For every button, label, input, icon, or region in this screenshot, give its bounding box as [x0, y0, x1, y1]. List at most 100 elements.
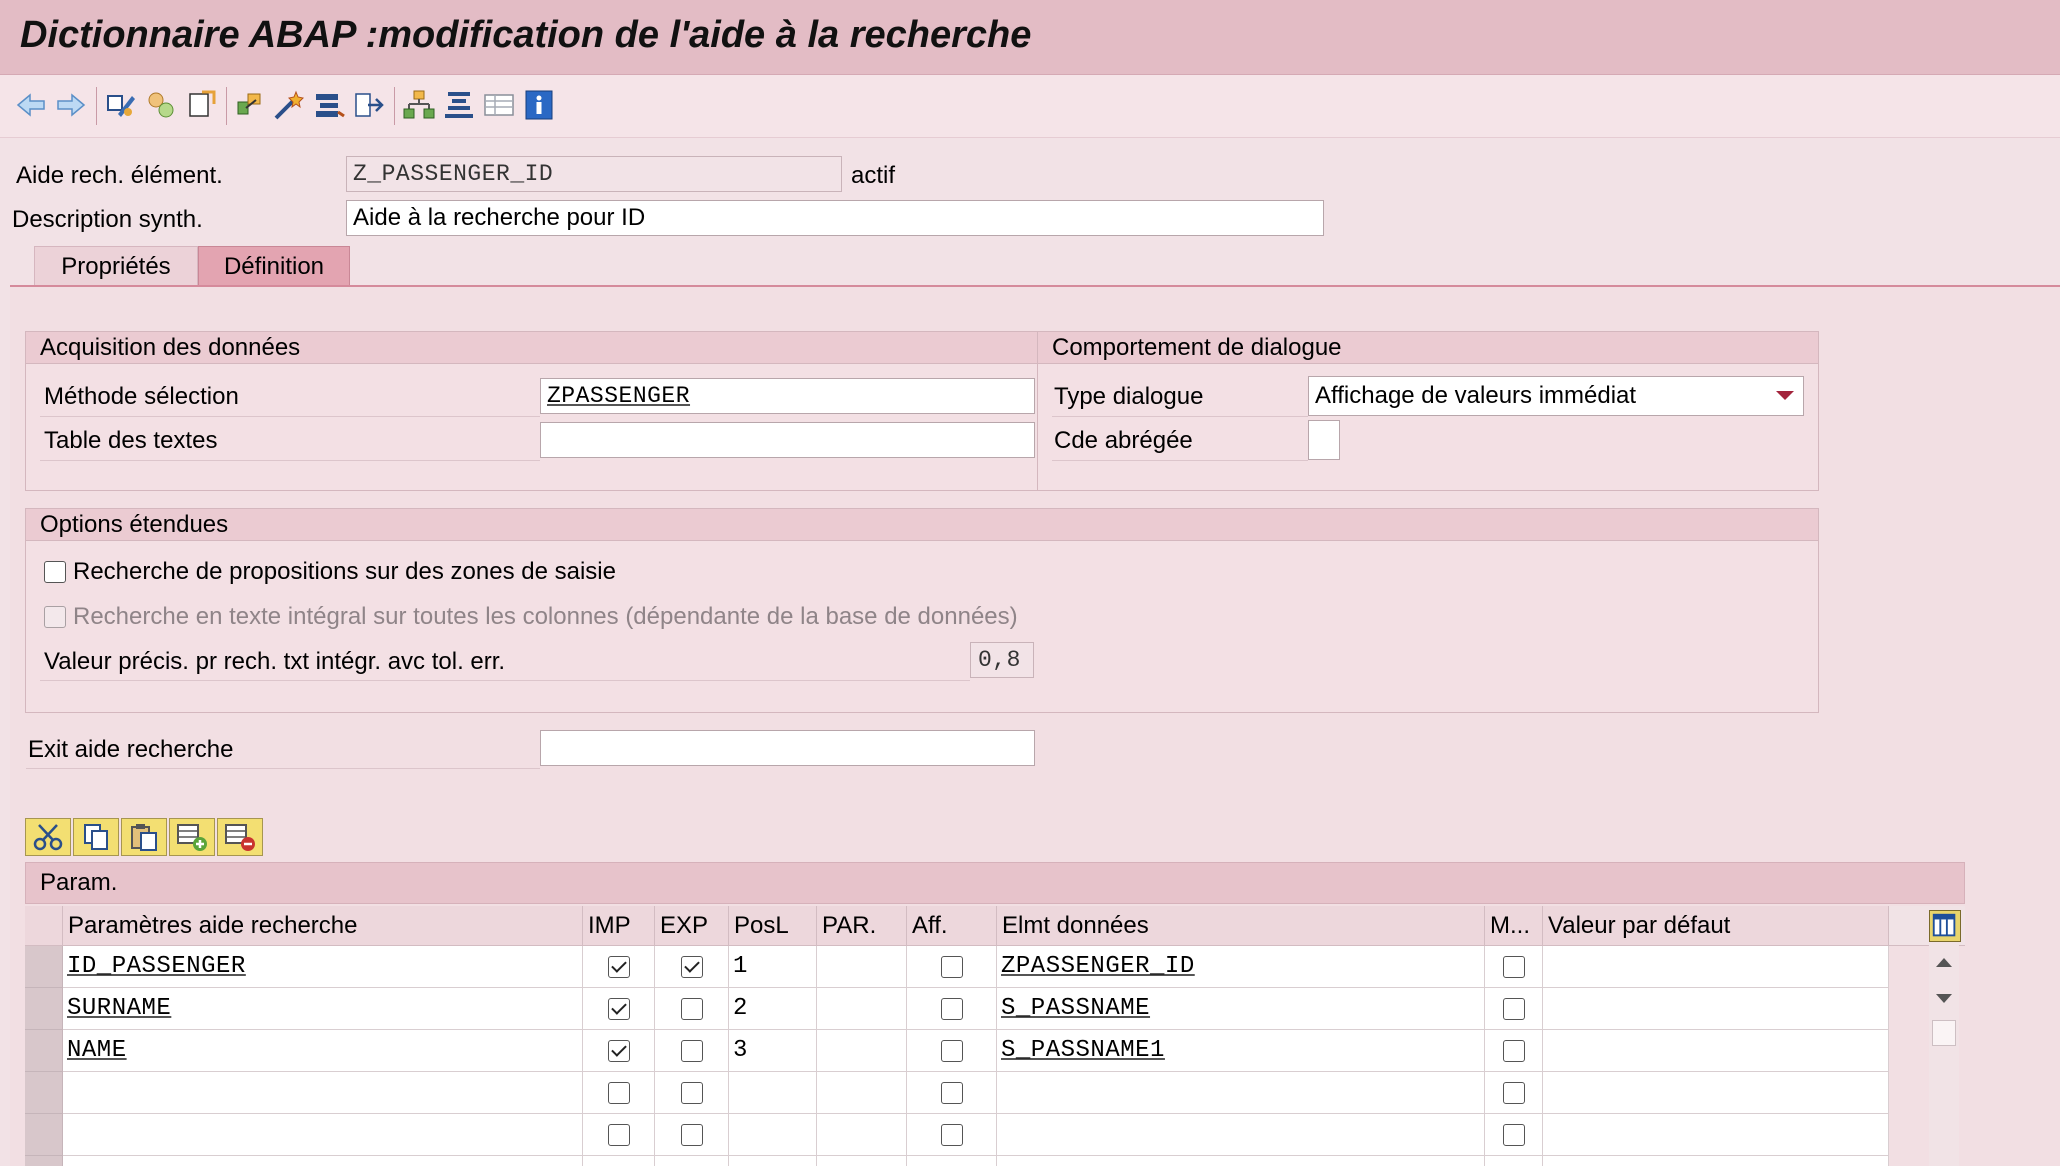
check-icon[interactable] [234, 88, 268, 122]
cell-def[interactable] [1543, 946, 1889, 988]
text-table-field[interactable] [540, 422, 1035, 458]
exp-checkbox[interactable] [681, 1040, 703, 1062]
cell-param[interactable] [63, 1114, 583, 1156]
row-selector[interactable] [25, 1072, 63, 1114]
cell-def[interactable] [1543, 988, 1889, 1030]
other-object-icon[interactable] [144, 88, 178, 122]
cell-param[interactable] [63, 1156, 583, 1166]
cell-param[interactable]: SURNAME [63, 988, 583, 1030]
cell-posl[interactable]: 3 [729, 1030, 817, 1072]
imp-checkbox[interactable] [608, 1082, 630, 1104]
cell-elmt[interactable]: ZPASSENGER_ID [997, 946, 1485, 988]
paste-row-button[interactable] [121, 818, 167, 856]
m-checkbox[interactable] [1503, 956, 1525, 978]
cell-def[interactable] [1543, 1030, 1889, 1072]
row-selector[interactable] [25, 1156, 63, 1166]
cell-posl[interactable] [729, 1114, 817, 1156]
activate-icon[interactable] [184, 88, 218, 122]
test-icon[interactable] [272, 88, 306, 122]
column-header-posl[interactable]: PosL [729, 906, 817, 946]
cell-par[interactable] [817, 1030, 907, 1072]
imp-checkbox[interactable] [608, 1124, 630, 1146]
cell-posl[interactable]: 2 [729, 988, 817, 1030]
align-icon[interactable] [442, 88, 476, 122]
tab-definition[interactable]: Définition [198, 246, 350, 286]
exp-checkbox[interactable] [681, 1082, 703, 1104]
m-checkbox[interactable] [1503, 998, 1525, 1020]
exp-checkbox[interactable] [681, 998, 703, 1020]
m-checkbox[interactable] [1503, 1082, 1525, 1104]
cell-def[interactable] [1543, 1114, 1889, 1156]
list-icon[interactable] [482, 88, 516, 122]
exp-checkbox[interactable] [681, 1124, 703, 1146]
scroll-down-icon[interactable] [1936, 994, 1952, 1003]
where-used-icon[interactable] [312, 88, 346, 122]
aff-checkbox[interactable] [941, 1040, 963, 1062]
cell-par[interactable] [817, 946, 907, 988]
dialog-type-dropdown[interactable]: Affichage de valeurs immédiat [1308, 376, 1804, 416]
cell-posl[interactable] [729, 1156, 817, 1166]
row-selector[interactable] [25, 1114, 63, 1156]
short-command-field[interactable] [1308, 420, 1340, 460]
cell-par[interactable] [817, 1156, 907, 1166]
row-selector[interactable] [25, 946, 63, 988]
row-selector[interactable] [25, 1030, 63, 1072]
column-header-param[interactable]: Paramètres aide recherche [63, 906, 583, 946]
cell-posl[interactable]: 1 [729, 946, 817, 988]
insert-row-button[interactable] [169, 818, 215, 856]
m-checkbox[interactable] [1503, 1040, 1525, 1062]
exp-checkbox[interactable] [681, 956, 703, 978]
aff-checkbox[interactable] [941, 998, 963, 1020]
delete-row-button[interactable] [217, 818, 263, 856]
imp-checkbox[interactable] [608, 1040, 630, 1062]
column-header-aff[interactable]: Aff. [907, 906, 997, 946]
fulltext-search-label: Recherche en texte intégral sur toutes l… [73, 603, 1018, 630]
aff-checkbox[interactable] [941, 1124, 963, 1146]
cell-par[interactable] [817, 1114, 907, 1156]
chevron-down-icon[interactable] [1776, 391, 1794, 400]
column-header-data-element[interactable]: Elmt données [997, 906, 1485, 946]
copy-row-button[interactable] [73, 818, 119, 856]
aff-checkbox[interactable] [941, 956, 963, 978]
cell-elmt[interactable] [997, 1156, 1485, 1166]
hierarchy-icon[interactable] [402, 88, 436, 122]
aff-checkbox[interactable] [941, 1082, 963, 1104]
cell-param[interactable]: ID_PASSENGER [63, 946, 583, 988]
m-checkbox[interactable] [1503, 1124, 1525, 1146]
scroll-thumb[interactable] [1932, 1020, 1956, 1046]
cut-row-button[interactable] [25, 818, 71, 856]
cell-def[interactable] [1543, 1156, 1889, 1166]
cell-posl[interactable] [729, 1072, 817, 1114]
cell-elmt[interactable] [997, 1072, 1485, 1114]
table-scrollbar[interactable] [1929, 944, 1959, 1166]
column-header-par[interactable]: PAR. [817, 906, 907, 946]
imp-checkbox[interactable] [608, 998, 630, 1020]
cell-elmt[interactable]: S_PASSNAME1 [997, 1030, 1485, 1072]
search-help-exit-field[interactable] [540, 730, 1035, 766]
short-description-field[interactable]: Aide à la recherche pour ID [346, 200, 1324, 236]
column-header-exp[interactable]: EXP [655, 906, 729, 946]
info-icon[interactable] [522, 88, 556, 122]
column-select-header[interactable] [25, 906, 63, 946]
imp-checkbox[interactable] [608, 956, 630, 978]
column-header-m[interactable]: M... [1485, 906, 1543, 946]
column-config-icon[interactable] [1929, 910, 1961, 942]
forward-arrow-icon[interactable] [54, 88, 88, 122]
move-icon[interactable] [352, 88, 386, 122]
proposal-search-checkbox[interactable] [44, 561, 66, 583]
column-header-default[interactable]: Valeur par défaut [1543, 906, 1889, 946]
cell-param[interactable]: NAME [63, 1030, 583, 1072]
column-header-imp[interactable]: IMP [583, 906, 655, 946]
cell-param[interactable] [63, 1072, 583, 1114]
cell-par[interactable] [817, 1072, 907, 1114]
scroll-up-icon[interactable] [1936, 958, 1952, 967]
cell-def[interactable] [1543, 1072, 1889, 1114]
display-change-icon[interactable] [104, 88, 138, 122]
cell-elmt[interactable]: S_PASSNAME [997, 988, 1485, 1030]
tab-properties[interactable]: Propriétés [34, 246, 198, 286]
cell-elmt[interactable] [997, 1114, 1485, 1156]
back-arrow-icon[interactable] [14, 88, 48, 122]
cell-par[interactable] [817, 988, 907, 1030]
selection-method-field[interactable]: ZPASSENGER [540, 378, 1035, 414]
row-selector[interactable] [25, 988, 63, 1030]
